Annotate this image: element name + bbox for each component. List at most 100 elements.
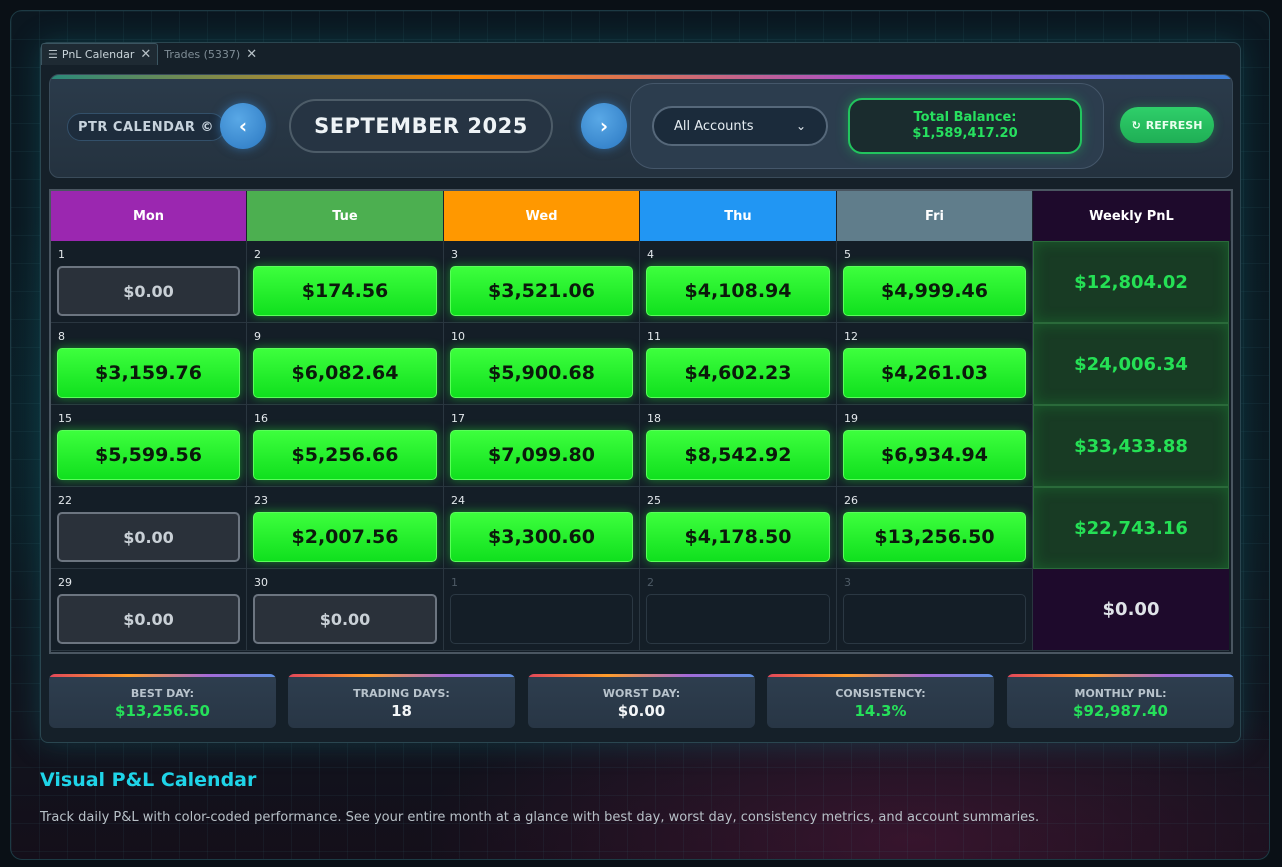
- day-cell[interactable]: 3 $3,521.06: [444, 241, 640, 323]
- refresh-button[interactable]: ↻ REFRESH: [1120, 107, 1214, 143]
- stat-card-consistency: CONSISTENCY: 14.3%: [767, 674, 994, 728]
- tab-pnl-calendar[interactable]: ☰ PnL Calendar ✕: [41, 43, 159, 65]
- close-icon[interactable]: ✕: [246, 47, 257, 62]
- day-number: 3: [451, 248, 458, 261]
- day-pnl-value: $3,159.76: [57, 348, 240, 398]
- day-number: 12: [844, 330, 858, 343]
- empty-day-box: [646, 594, 830, 644]
- stat-label: CONSISTENCY:: [835, 686, 926, 700]
- day-number: 15: [58, 412, 72, 425]
- day-cell[interactable]: 15 $5,599.56: [51, 405, 247, 487]
- balance-value: $1,589,417.20: [912, 126, 1018, 141]
- day-cell[interactable]: 12 $4,261.03: [837, 323, 1033, 405]
- chevron-left-icon: ‹: [238, 114, 248, 138]
- day-cell[interactable]: 10 $5,900.68: [444, 323, 640, 405]
- day-number: 18: [647, 412, 661, 425]
- column-header-weekly-pnl: Weekly PnL: [1033, 191, 1231, 241]
- day-cell[interactable]: 2 $174.56: [247, 241, 444, 323]
- stat-card-best-day: BEST DAY: $13,256.50: [49, 674, 276, 728]
- day-pnl-value: $0.00: [253, 594, 437, 644]
- day-pnl-value: $0.00: [57, 594, 240, 644]
- day-number: 25: [647, 494, 661, 507]
- column-header-thu: Thu: [640, 191, 837, 241]
- day-cell[interactable]: 29 $0.00: [51, 569, 247, 651]
- calendar-window: ☰ PnL Calendar ✕ Trades (5337) ✕ PTR CAL…: [40, 42, 1241, 743]
- day-number: 1: [451, 576, 458, 589]
- day-pnl-value: $4,261.03: [843, 348, 1026, 398]
- stat-label: TRADING DAYS:: [353, 686, 450, 700]
- day-pnl-value: $5,256.66: [253, 430, 437, 480]
- day-cell[interactable]: 3: [837, 569, 1033, 651]
- stat-card-monthly-pnl: MONTHLY PNL: $92,987.40: [1007, 674, 1234, 728]
- stat-label: BEST DAY:: [130, 686, 195, 700]
- day-pnl-value: $4,602.23: [646, 348, 830, 398]
- stat-value: 18: [391, 701, 412, 720]
- weekly-pnl-cell: $22,743.16: [1033, 487, 1229, 569]
- month-title: SEPTEMBER 2025: [289, 99, 553, 153]
- tab-label: PnL Calendar: [61, 48, 135, 61]
- column-header-fri: Fri: [837, 191, 1033, 241]
- menu-icon[interactable]: ☰: [48, 48, 58, 61]
- day-pnl-value: $8,542.92: [646, 430, 830, 480]
- day-cell[interactable]: 9 $6,082.64: [247, 323, 444, 405]
- stat-value: $13,256.50: [115, 701, 210, 720]
- day-cell[interactable]: 18 $8,542.92: [640, 405, 837, 487]
- day-cell[interactable]: 25 $4,178.50: [640, 487, 837, 569]
- app-frame: ☰ PnL Calendar ✕ Trades (5337) ✕ PTR CAL…: [10, 10, 1270, 860]
- day-cell[interactable]: 17 $7,099.80: [444, 405, 640, 487]
- next-month-button[interactable]: ›: [581, 103, 627, 149]
- balance-label: Total Balance:: [913, 110, 1017, 125]
- pnl-calendar-grid: Mon Tue Wed Thu Fri Weekly PnL 1 $0.00 2 $174.56 3…: [49, 189, 1233, 654]
- refresh-icon: ↻: [1131, 118, 1141, 132]
- day-pnl-value: $174.56: [253, 266, 437, 316]
- day-cell[interactable]: 2: [640, 569, 837, 651]
- day-cell[interactable]: 1 $0.00: [51, 241, 247, 323]
- column-header-mon: Mon: [51, 191, 247, 241]
- feature-description: Track daily P&L with color-coded perform…: [40, 810, 1040, 825]
- header-accent-bar: [50, 75, 1232, 79]
- day-pnl-value: $5,900.68: [450, 348, 633, 398]
- weekly-pnl-cell: $24,006.34: [1033, 323, 1229, 405]
- day-cell[interactable]: 4 $4,108.94: [640, 241, 837, 323]
- column-header-tue: Tue: [247, 191, 444, 241]
- day-cell[interactable]: 1: [444, 569, 640, 651]
- day-cell[interactable]: 16 $5,256.66: [247, 405, 444, 487]
- tab-trades[interactable]: Trades (5337) ✕: [158, 43, 263, 65]
- day-cell[interactable]: 22 $0.00: [51, 487, 247, 569]
- day-cell[interactable]: 26 $13,256.50: [837, 487, 1033, 569]
- day-number: 22: [58, 494, 72, 507]
- stat-accent-bar: [767, 674, 994, 677]
- day-number: 2: [254, 248, 261, 261]
- day-cell[interactable]: 19 $6,934.94: [837, 405, 1033, 487]
- day-cell[interactable]: 24 $3,300.60: [444, 487, 640, 569]
- day-pnl-value: $3,300.60: [450, 512, 633, 562]
- day-cell[interactable]: 5 $4,999.46: [837, 241, 1033, 323]
- day-pnl-value: $4,108.94: [646, 266, 830, 316]
- day-pnl-value: $6,934.94: [843, 430, 1026, 480]
- day-number: 3: [844, 576, 851, 589]
- day-number: 16: [254, 412, 268, 425]
- stat-label: WORST DAY:: [602, 686, 681, 700]
- day-pnl-value: $2,007.56: [253, 512, 437, 562]
- day-cell[interactable]: 23 $2,007.56: [247, 487, 444, 569]
- day-cell[interactable]: 8 $3,159.76: [51, 323, 247, 405]
- day-pnl-value: $5,599.56: [57, 430, 240, 480]
- day-number: 11: [647, 330, 661, 343]
- day-number: 5: [844, 248, 851, 261]
- day-number: 19: [844, 412, 858, 425]
- close-icon[interactable]: ✕: [140, 47, 151, 62]
- day-cell[interactable]: 30 $0.00: [247, 569, 444, 651]
- prev-month-button[interactable]: ‹: [220, 103, 266, 149]
- day-pnl-value: $7,099.80: [450, 430, 633, 480]
- stat-label: MONTHLY PNL:: [1074, 686, 1167, 700]
- weekly-pnl-cell: $33,433.88: [1033, 405, 1229, 487]
- stat-accent-bar: [1007, 674, 1234, 677]
- calendar-header: PTR CALENDAR © ‹ SEPTEMBER 2025 › All Ac…: [49, 74, 1233, 178]
- day-cell[interactable]: 11 $4,602.23: [640, 323, 837, 405]
- account-select[interactable]: All Accounts ⌄: [652, 106, 828, 146]
- day-number: 23: [254, 494, 268, 507]
- account-select-value: All Accounts: [674, 118, 754, 134]
- day-number: 8: [58, 330, 65, 343]
- day-pnl-value: $4,178.50: [646, 512, 830, 562]
- day-pnl-value: $4,999.46: [843, 266, 1026, 316]
